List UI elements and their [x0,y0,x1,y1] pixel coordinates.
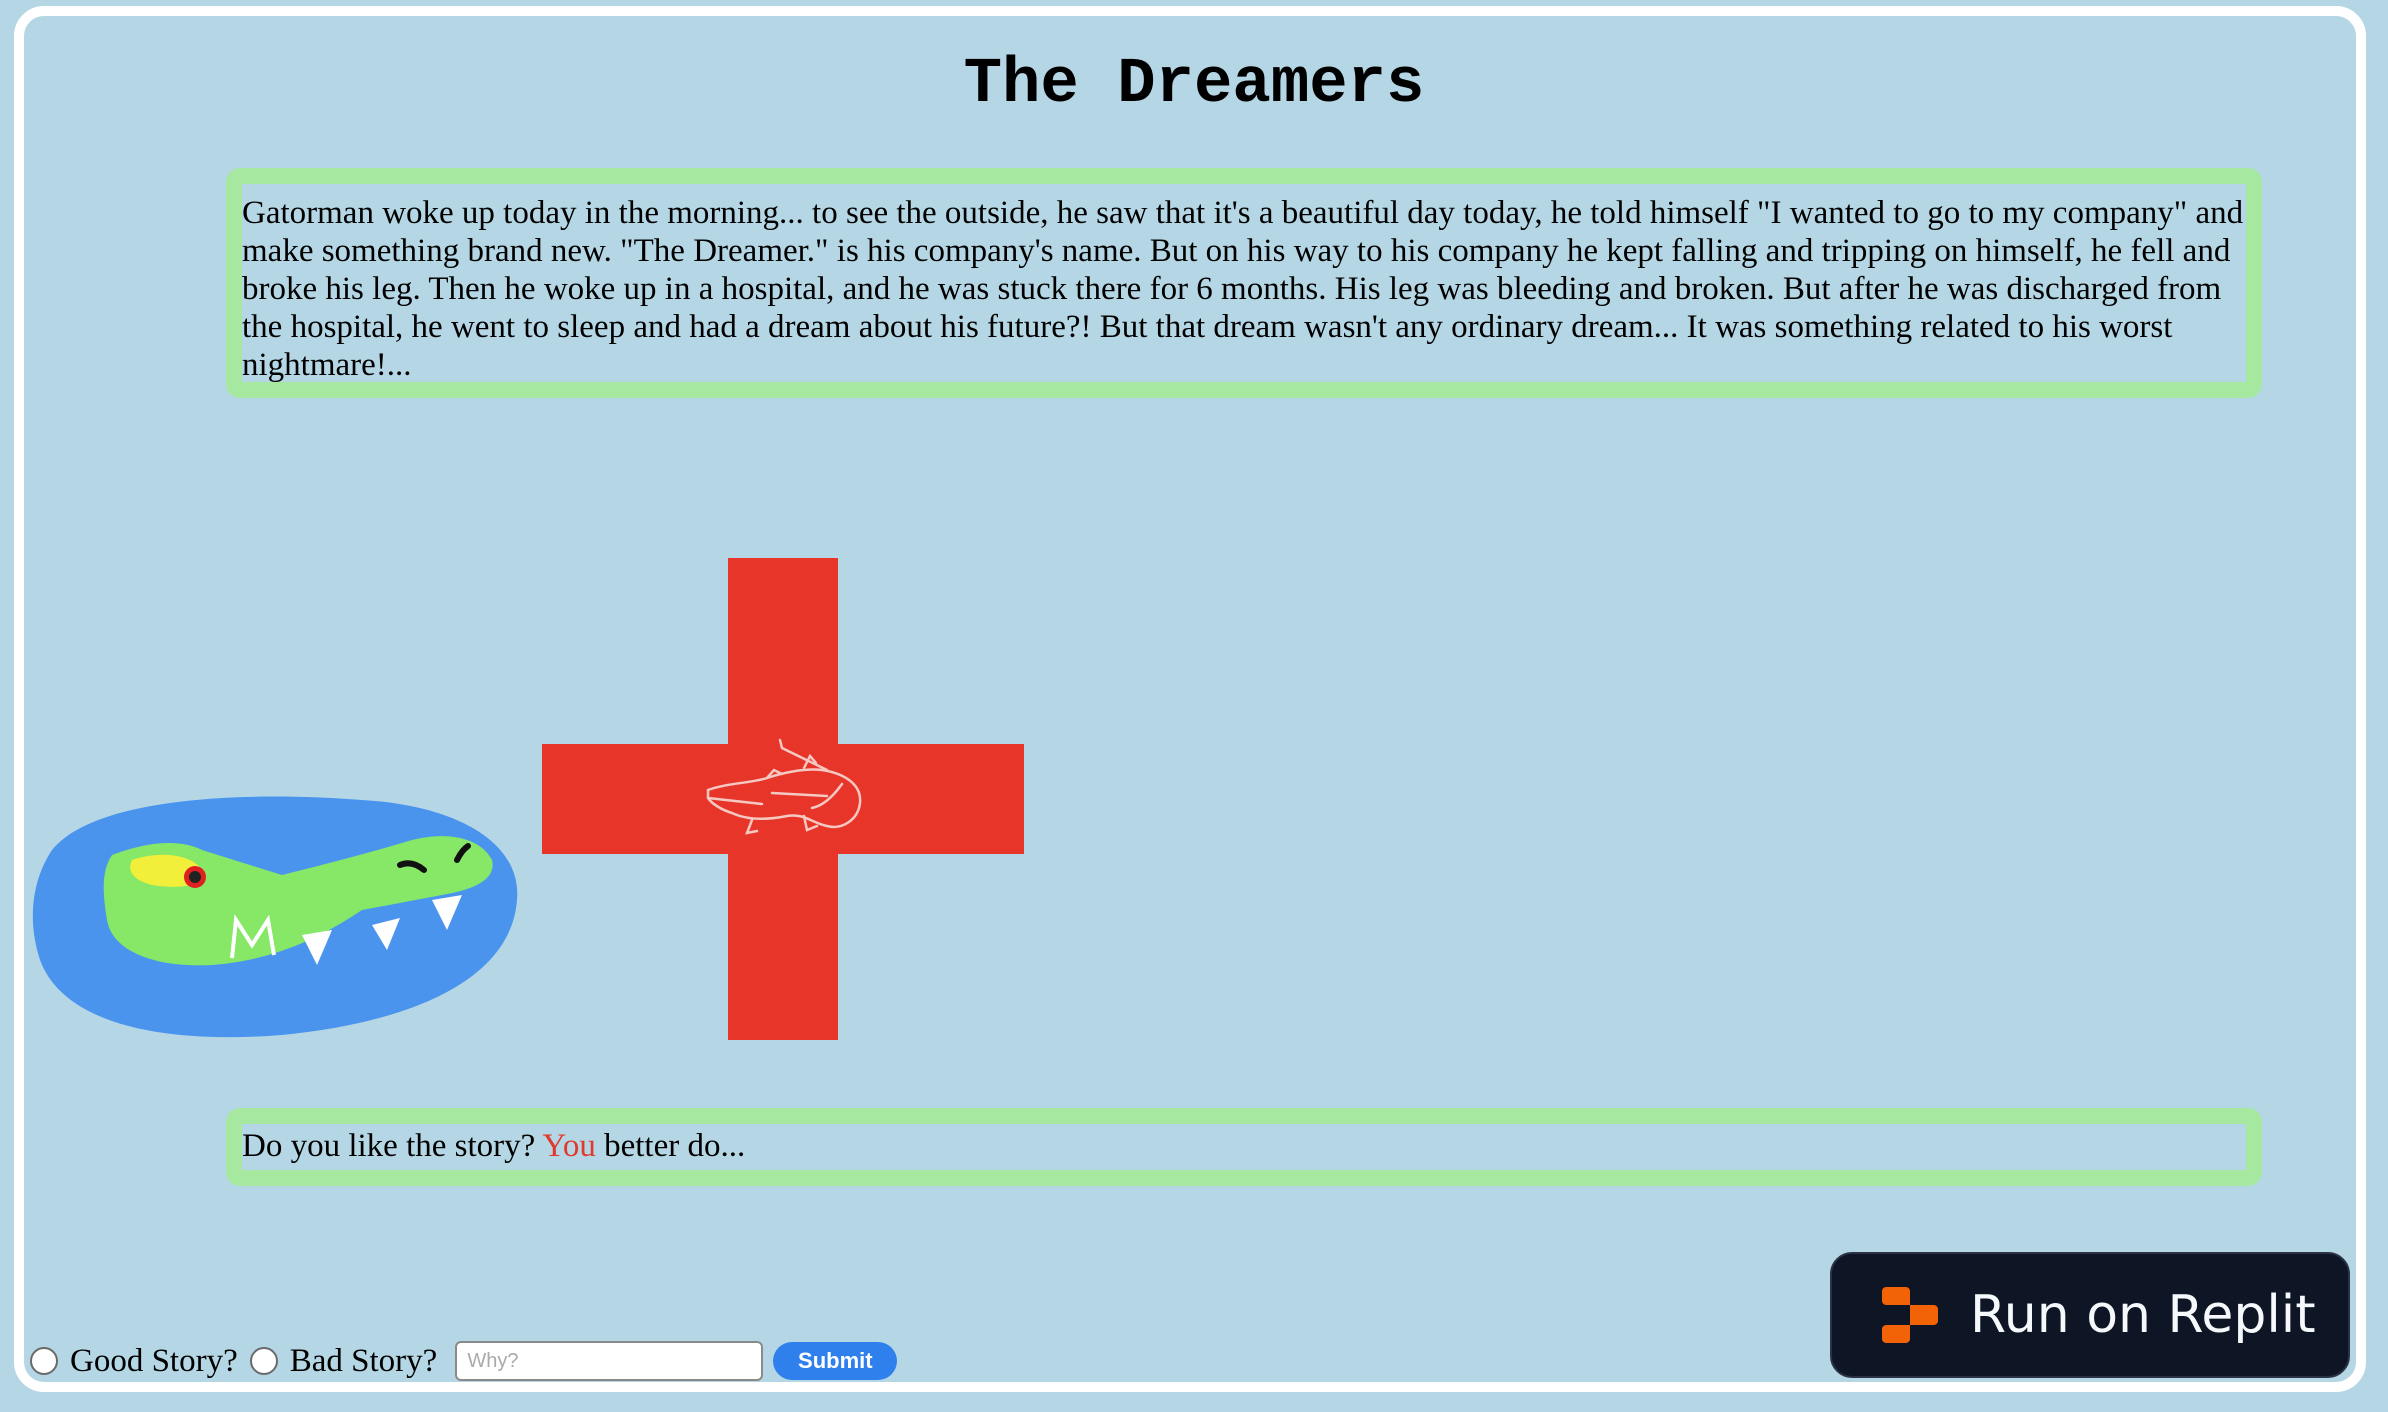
good-story-label: Good Story? [70,1342,238,1379]
question-prefix: Do you like the story? [242,1128,536,1164]
bad-story-radio[interactable] [249,1347,278,1375]
feedback-form: Good Story? Bad Story? Submit [30,1336,898,1386]
page-title: The Dreamers [963,49,1425,121]
question-accent: You [542,1128,596,1164]
run-on-replit-label: Run on Replit [1970,1285,2316,1345]
why-input[interactable] [455,1341,764,1381]
red-cross-with-alligator-icon [542,558,1024,1040]
replit-logo-icon [1882,1287,1938,1343]
question-box: Do you like the story? You better do... [226,1108,2262,1186]
good-story-radio[interactable] [30,1347,58,1375]
story-box: Gatorman woke up today in the morning...… [226,168,2262,398]
run-on-replit-button[interactable]: Run on Replit [1830,1252,2350,1378]
question-suffix: better do... [604,1128,746,1164]
story-text: Gatorman woke up today in the morning...… [242,195,2244,383]
submit-button[interactable]: Submit [773,1342,898,1380]
alligator-drawing [32,796,518,1038]
bad-story-label: Bad Story? [289,1342,438,1379]
